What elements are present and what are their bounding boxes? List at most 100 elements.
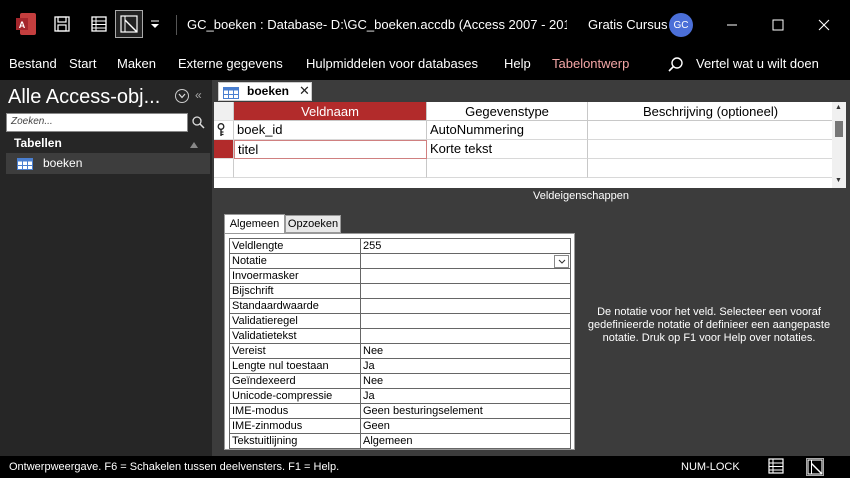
property-row[interactable]: Veldlengte 255	[229, 238, 571, 254]
ribbon-tabs: Bestand Start Maken Externe gegevens Hul…	[0, 50, 850, 80]
nav-group-tabellen[interactable]: Tabellen	[14, 136, 62, 150]
tab-opzoeken[interactable]: Opzoeken	[285, 215, 341, 233]
tab-maken[interactable]: Maken	[117, 50, 156, 80]
field-name-cell[interactable]: titel	[234, 140, 427, 159]
nav-item-boeken[interactable]: boeken	[6, 153, 210, 174]
search-icon[interactable]	[667, 56, 685, 74]
tab-externe-gegevens[interactable]: Externe gegevens	[178, 50, 283, 80]
tab-tabelontwerp[interactable]: Tabelontwerp	[552, 50, 629, 80]
property-row[interactable]: IME-modus Geen besturingselement	[229, 403, 571, 419]
property-value-text: Ja	[363, 360, 375, 372]
field-name-cell[interactable]	[234, 159, 427, 178]
scroll-thumb[interactable]	[835, 121, 843, 137]
document-area: boeken ✕ Veldnaam Gegevenstype Beschrijv…	[212, 80, 850, 456]
property-help-text: De notatie voor het veld. Selecteer een …	[587, 306, 831, 344]
data-type-cell[interactable]: Korte tekst	[427, 140, 588, 159]
field-properties-caption: Veldeigenschappen	[532, 190, 630, 202]
property-row[interactable]: Geïndexeerd Nee	[229, 373, 571, 389]
property-value[interactable]: Geen besturingselement	[360, 403, 571, 419]
save-icon[interactable]	[48, 10, 76, 38]
property-value[interactable]: Nee	[360, 343, 571, 359]
nav-item-label: boeken	[43, 156, 83, 170]
nav-search-input[interactable]: Zoeken...	[6, 113, 188, 132]
search-icon[interactable]	[190, 114, 206, 131]
property-name: Vereist	[229, 343, 361, 359]
property-value[interactable]: Algemeen	[360, 433, 571, 449]
property-row[interactable]: Unicode-compressie Ja	[229, 388, 571, 404]
scroll-down-icon[interactable]: ▼	[835, 177, 842, 184]
row-selector-current[interactable]	[214, 140, 234, 159]
property-value[interactable]: Nee	[360, 373, 571, 389]
column-header-gegevenstype[interactable]: Gegevenstype	[427, 102, 588, 121]
property-name: Validatietekst	[229, 328, 361, 344]
field-name-cell[interactable]: boek_id	[234, 121, 427, 140]
design-view-icon[interactable]	[115, 10, 143, 38]
property-name: Notatie	[229, 253, 361, 269]
property-value-text: Ja	[363, 390, 375, 402]
customize-toolbar-icon[interactable]	[145, 10, 165, 38]
property-row[interactable]: Invoermasker	[229, 268, 571, 284]
close-icon[interactable]: ✕	[299, 83, 310, 99]
scroll-up-icon[interactable]: ▲	[835, 104, 842, 111]
property-value[interactable]: 255	[360, 238, 571, 254]
property-value[interactable]	[360, 298, 571, 314]
collapse-pane-icon[interactable]: «	[195, 88, 202, 102]
grid-scrollbar[interactable]: ▲ ▼	[832, 102, 846, 188]
description-cell[interactable]	[588, 140, 834, 159]
nav-title[interactable]: Alle Access-obj...	[8, 86, 170, 109]
property-value[interactable]	[360, 328, 571, 344]
row-selector[interactable]	[214, 121, 234, 140]
property-row[interactable]: Notatie	[229, 253, 571, 269]
tab-help[interactable]: Help	[504, 50, 531, 80]
window-title: GC_boeken : Database- D:\GC_boeken.accdb…	[187, 17, 567, 32]
minimize-icon[interactable]	[709, 0, 755, 50]
row-selector[interactable]	[214, 159, 234, 178]
user-name[interactable]: Gratis Cursus	[588, 0, 667, 50]
document-tab-label: boeken	[247, 84, 290, 98]
avatar[interactable]: GC	[669, 13, 693, 37]
design-grid: Veldnaam Gegevenstype Beschrijving (opti…	[214, 102, 834, 188]
maximize-icon[interactable]	[755, 0, 801, 50]
property-value-text: Algemeen	[363, 435, 413, 447]
column-header-beschrijving[interactable]: Beschrijving (optioneel)	[588, 102, 834, 121]
tab-bestand[interactable]: Bestand	[9, 50, 57, 80]
status-bar: Ontwerpweergave. F6 = Schakelen tussen d…	[0, 456, 850, 478]
property-row[interactable]: Lengte nul toestaan Ja	[229, 358, 571, 374]
datasheet-view-icon[interactable]	[768, 458, 786, 476]
property-name: Standaardwaarde	[229, 298, 361, 314]
property-name: Veldlengte	[229, 238, 361, 254]
grid-corner[interactable]	[214, 102, 234, 121]
property-value[interactable]	[360, 313, 571, 329]
description-cell[interactable]	[588, 159, 834, 178]
property-table: Veldlengte 255 Notatie Invoermasker Bijschri…	[229, 238, 571, 449]
property-row[interactable]: Validatietekst	[229, 328, 571, 344]
property-row[interactable]: IME-zinmodus Geen	[229, 418, 571, 434]
property-value[interactable]	[360, 253, 571, 269]
property-row[interactable]: Standaardwaarde	[229, 298, 571, 314]
chevron-down-icon[interactable]	[554, 254, 569, 268]
close-icon[interactable]	[801, 0, 847, 50]
property-row[interactable]: Tekstuitlijning Algemeen	[229, 433, 571, 449]
data-type-cell[interactable]: AutoNummering	[427, 121, 588, 140]
chevron-down-icon[interactable]	[175, 89, 189, 103]
tab-algemeen[interactable]: Algemeen	[224, 214, 285, 233]
property-value[interactable]	[360, 283, 571, 299]
property-row[interactable]: Vereist Nee	[229, 343, 571, 359]
column-header-veldnaam[interactable]: Veldnaam	[234, 102, 427, 121]
tab-hulpmiddelen[interactable]: Hulpmiddelen voor databases	[306, 50, 478, 80]
data-type-cell[interactable]	[427, 159, 588, 178]
numlock-indicator: NUM-LOCK	[681, 461, 740, 473]
property-row[interactable]: Validatieregel	[229, 313, 571, 329]
property-value[interactable]: Geen	[360, 418, 571, 434]
tab-start[interactable]: Start	[69, 50, 96, 80]
design-view-icon[interactable]	[806, 458, 824, 476]
document-tab-boeken[interactable]: boeken ✕	[218, 82, 312, 101]
property-value[interactable]: Ja	[360, 358, 571, 374]
datasheet-view-icon[interactable]	[85, 10, 113, 38]
description-cell[interactable]	[588, 121, 834, 140]
access-window: A GC_boeken : Database- D:\GC_boeken.acc…	[0, 0, 850, 478]
property-value[interactable]: Ja	[360, 388, 571, 404]
property-value[interactable]	[360, 268, 571, 284]
property-row[interactable]: Bijschrift	[229, 283, 571, 299]
tell-me-input[interactable]: Vertel wat u wilt doen	[696, 50, 819, 80]
